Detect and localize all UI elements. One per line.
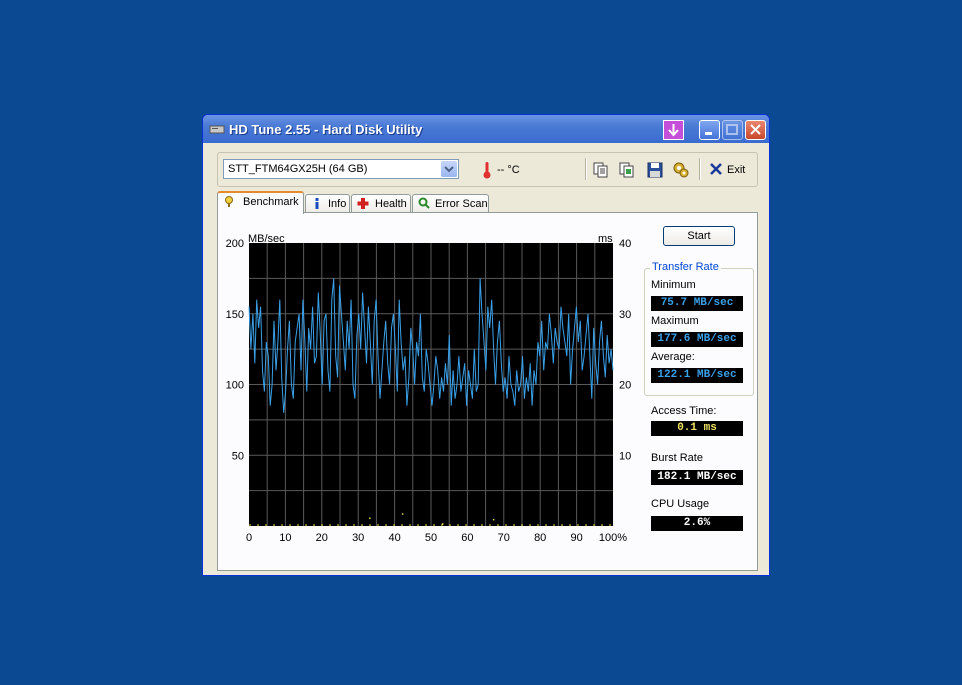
access-time-point bbox=[492, 518, 495, 521]
app-window: HD Tune 2.55 - Hard Disk Utility STT_FTM… bbox=[202, 114, 770, 576]
benchmark-panel: 200 150 100 50 40 30 20 10 0 10 20 30 40 50 60 70 80 90 10… bbox=[217, 212, 758, 571]
info-icon bbox=[315, 198, 319, 209]
minimum-label: Minimum bbox=[651, 279, 696, 291]
tab-health[interactable]: Health bbox=[351, 194, 411, 213]
drive-select[interactable]: STT_FTM64GX25H (64 GB) bbox=[223, 159, 459, 179]
arrow-down-icon bbox=[668, 124, 679, 137]
tab-benchmark[interactable]: Benchmark bbox=[217, 191, 304, 214]
x-tick-label: 100% bbox=[599, 532, 627, 544]
copy-text-icon[interactable] bbox=[592, 161, 610, 179]
error-scan-icon bbox=[418, 197, 430, 209]
x-tick-label: 10 bbox=[279, 532, 291, 544]
title-bar[interactable]: HD Tune 2.55 - Hard Disk Utility bbox=[203, 115, 769, 143]
y2-axis-label: ms bbox=[598, 233, 613, 245]
x-tick-label: 50 bbox=[425, 532, 437, 544]
y2-tick-label: 30 bbox=[619, 309, 631, 321]
x-tick-label: 30 bbox=[352, 532, 364, 544]
temperature-readout: -- °C bbox=[497, 164, 520, 176]
x-tick-label: 90 bbox=[570, 532, 582, 544]
tab-error-scan[interactable]: Error Scan bbox=[412, 194, 489, 213]
copy-screenshot-icon[interactable] bbox=[618, 161, 636, 179]
maximum-label: Maximum bbox=[651, 315, 699, 327]
y-tick-label: 50 bbox=[232, 450, 244, 462]
minimize-button[interactable] bbox=[699, 120, 720, 140]
maximize-icon bbox=[726, 124, 738, 135]
access-time-point bbox=[401, 513, 404, 515]
tab-label: Error Scan bbox=[435, 198, 488, 210]
y2-tick-label: 40 bbox=[619, 238, 631, 250]
tab-label: Health bbox=[375, 198, 407, 210]
save-icon[interactable] bbox=[646, 161, 664, 179]
y-axis-label: MB/sec bbox=[248, 233, 285, 245]
maximize-button[interactable] bbox=[722, 120, 743, 140]
average-value: 122.1 MB/sec bbox=[651, 368, 743, 383]
cpu-usage-value: 2.6% bbox=[651, 516, 743, 531]
burst-rate-value: 182.1 MB/sec bbox=[651, 470, 743, 485]
access-time-point bbox=[369, 517, 371, 520]
x-tick-label: 40 bbox=[388, 532, 400, 544]
toolbar-separator bbox=[699, 158, 701, 180]
minimize-icon bbox=[705, 132, 712, 135]
window-title: HD Tune 2.55 - Hard Disk Utility bbox=[229, 122, 423, 137]
x-tick-label: 20 bbox=[316, 532, 328, 544]
tab-label: Info bbox=[328, 198, 347, 210]
maximum-value: 177.6 MB/sec bbox=[651, 332, 743, 347]
minimum-value: 75.7 MB/sec bbox=[651, 296, 743, 311]
x-tick-label: 60 bbox=[461, 532, 473, 544]
y2-tick-label: 20 bbox=[619, 380, 631, 392]
access-time-label: Access Time: bbox=[651, 405, 717, 417]
y-tick-label: 150 bbox=[226, 309, 244, 321]
tab-label: Benchmark bbox=[243, 196, 299, 208]
chevron-down-icon[interactable] bbox=[441, 161, 457, 177]
transfer-rate-title: Transfer Rate bbox=[650, 261, 721, 273]
close-icon bbox=[750, 124, 761, 135]
x-tick-label: 80 bbox=[534, 532, 546, 544]
benchmark-icon bbox=[225, 196, 233, 207]
drive-select-value: STT_FTM64GX25H (64 GB) bbox=[228, 163, 368, 175]
minimize-to-tray-button[interactable] bbox=[663, 120, 684, 140]
x-tick-label: 70 bbox=[498, 532, 510, 544]
exit-label: Exit bbox=[727, 164, 746, 176]
tab-info[interactable]: Info bbox=[305, 194, 350, 213]
burst-rate-label: Burst Rate bbox=[651, 452, 703, 464]
x-tick-label: 0 bbox=[246, 532, 252, 544]
thermometer-icon bbox=[483, 162, 491, 179]
toolbar-separator bbox=[585, 158, 587, 180]
hard-disk-icon bbox=[209, 125, 225, 134]
y2-tick-label: 10 bbox=[619, 450, 631, 462]
y-tick-label: 100 bbox=[226, 380, 244, 392]
y-tick-label: 200 bbox=[226, 238, 244, 250]
access-time-value: 0.1 ms bbox=[651, 421, 743, 436]
start-button[interactable]: Start bbox=[663, 226, 735, 246]
access-time-point bbox=[441, 523, 444, 525]
close-button[interactable] bbox=[745, 120, 766, 140]
health-icon bbox=[357, 198, 369, 209]
cpu-usage-label: CPU Usage bbox=[651, 498, 710, 510]
options-icon[interactable] bbox=[672, 161, 690, 179]
close-icon bbox=[710, 163, 722, 175]
average-label: Average: bbox=[651, 351, 695, 363]
